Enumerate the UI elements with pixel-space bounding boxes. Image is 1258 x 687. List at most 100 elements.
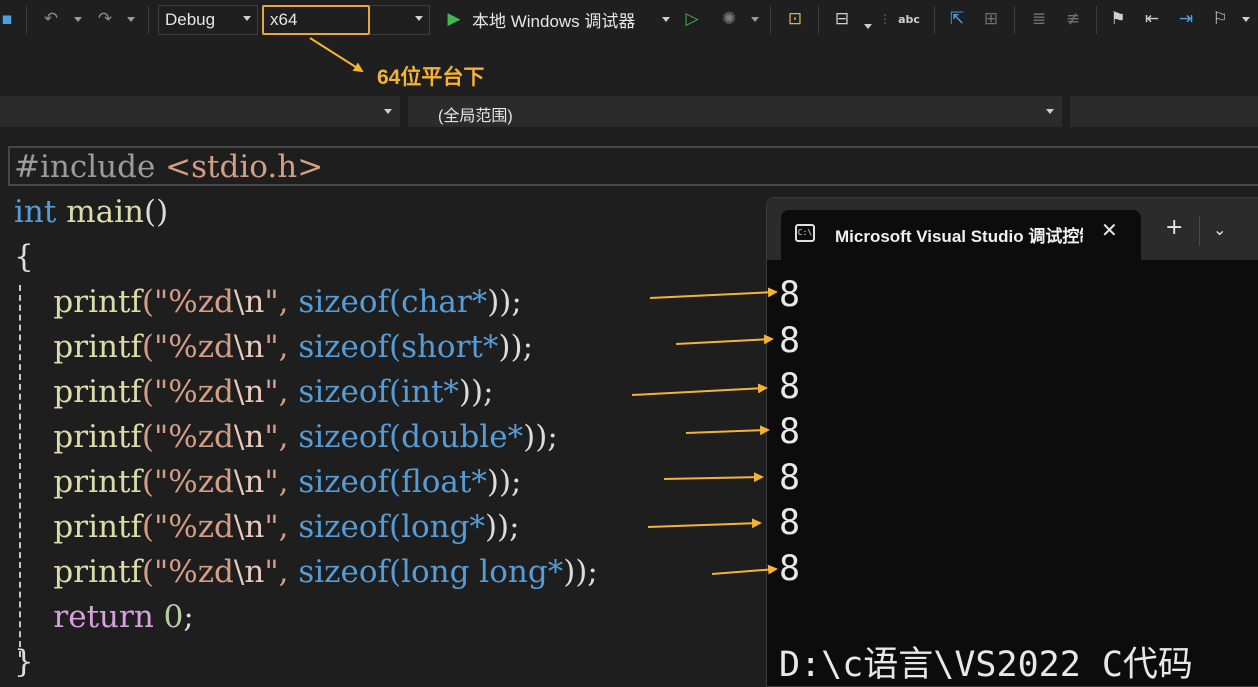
return-keyword: return	[53, 599, 154, 635]
printf-call: printf	[53, 554, 142, 590]
previous-bookmark-icon[interactable]: ⇤	[1140, 6, 1164, 32]
format-string: ("%zd	[141, 284, 234, 320]
escape-sequence: \n	[233, 419, 265, 455]
new-tab-plus-icon[interactable]: +	[1165, 217, 1183, 239]
format-string-end: ",	[264, 284, 289, 320]
pointer-type: int*	[401, 374, 459, 410]
chevron-down-icon	[1046, 109, 1054, 114]
format-string-end: ",	[264, 329, 289, 365]
select-element-icon[interactable]: ⇱	[944, 6, 970, 32]
format-string-end: ",	[264, 509, 289, 545]
code-line-close-brace: }	[14, 640, 34, 678]
navbar-divider	[1062, 96, 1070, 127]
escape-sequence: \n	[233, 554, 265, 590]
return-value: 0	[163, 599, 184, 635]
start-debugger-button[interactable]: 本地 Windows 调试器	[472, 6, 635, 32]
platform-callout-arrow	[309, 37, 364, 73]
code-line-printf-3: printf("%zd\n", sizeof(int*));	[53, 374, 494, 410]
escape-sequence: \n	[233, 284, 265, 320]
toolbar-separator	[818, 6, 819, 34]
escape-sequence: \n	[233, 464, 265, 500]
chevron-down-icon	[415, 16, 423, 21]
platform-dropdown-button[interactable]	[370, 5, 430, 35]
navigation-bar: (全局范围)	[0, 96, 1258, 127]
printf-call: printf	[53, 464, 142, 500]
sizeof-keyword: sizeof	[298, 554, 389, 590]
main-toolbar: ▪ ↶ ↷ Debug x64 ▶ 本地 Windows 调试器 ▷ ✺ ⊡ ⊟…	[0, 0, 1258, 42]
printf-call: printf	[53, 329, 142, 365]
undo-icon[interactable]: ↶	[38, 6, 64, 32]
bookmarks-dropdown-icon[interactable]	[1242, 17, 1250, 22]
chevron-down-icon	[384, 109, 392, 114]
pointer-type: long long*	[401, 554, 564, 590]
toolbar-separator	[148, 6, 149, 34]
toolbar-separator	[934, 6, 935, 34]
clear-bookmarks-icon[interactable]: ⚐	[1208, 6, 1232, 32]
toolbar-separator	[770, 6, 771, 34]
toolbar-gripper-icon: ⋮	[879, 12, 891, 26]
toggle-layout-icon[interactable]: ⊞	[978, 6, 1004, 32]
console-tab-bar: C:\ Microsoft Visual Studio 调试控制台 ✕ + ⌄	[767, 198, 1258, 260]
format-string: ("%zd	[141, 554, 234, 590]
format-string-end: ",	[264, 464, 289, 500]
line-end: ));	[486, 464, 522, 500]
escape-sequence: \n	[233, 329, 265, 365]
scope-dropdown[interactable]: (全局范围)	[408, 96, 1062, 127]
printf-call: printf	[53, 284, 142, 320]
hot-reload-icon[interactable]: ✺	[716, 6, 742, 32]
terminal-icon: C:\	[795, 224, 815, 242]
console-tab[interactable]: C:\ Microsoft Visual Studio 调试控制台 ✕	[781, 210, 1141, 260]
run-target-dropdown-icon[interactable]	[662, 17, 670, 22]
format-string: ("%zd	[141, 464, 234, 500]
layout-dropdown-icon[interactable]	[864, 24, 872, 29]
code-line-printf-4: printf("%zd\n", sizeof(double*));	[53, 419, 558, 455]
redo-dropdown-icon[interactable]	[127, 17, 135, 22]
console-path-text: D:\c语言\VS2022 C代码	[779, 645, 1193, 685]
console-output-line: 8	[779, 458, 801, 498]
platform-dropdown[interactable]: x64	[262, 5, 370, 35]
chevron-down-icon	[243, 16, 251, 21]
toolbar-separator	[26, 6, 27, 34]
pointer-type: double*	[401, 419, 524, 455]
start-debugger-label: 本地 Windows 调试器	[472, 11, 636, 31]
undo-dropdown-icon[interactable]	[74, 17, 82, 22]
annotation-text: 64位平台下	[377, 66, 485, 89]
redo-icon[interactable]: ↷	[92, 6, 118, 32]
tab-separator	[1199, 216, 1200, 246]
pointer-type: long*	[401, 509, 485, 545]
debug-console-window[interactable]: C:\ Microsoft Visual Studio 调试控制台 ✕ + ⌄ …	[766, 197, 1258, 687]
code-line-printf-5: printf("%zd\n", sizeof(float*));	[53, 464, 522, 500]
start-without-debugging-icon[interactable]: ▷	[680, 6, 704, 32]
format-string: ("%zd	[141, 419, 234, 455]
uncomment-lines-icon[interactable]: ≢	[1060, 6, 1086, 32]
code-line-include: #include <stdio.h>	[14, 145, 323, 190]
window-layout-icon[interactable]: ⊟	[828, 6, 856, 32]
play-icon[interactable]: ▶	[444, 6, 464, 32]
project-dropdown[interactable]	[0, 96, 400, 127]
console-output-line: 8	[779, 321, 801, 361]
parens: ()	[143, 194, 169, 230]
open-folder-icon[interactable]: ⊡	[782, 6, 808, 32]
code-line-main: int main()	[14, 190, 168, 235]
configuration-dropdown[interactable]: Debug	[158, 5, 258, 35]
close-icon[interactable]: ✕	[1101, 218, 1118, 242]
keyword-int: int	[14, 194, 57, 230]
escape-sequence: \n	[233, 374, 265, 410]
printf-call: printf	[53, 419, 142, 455]
code-line-return: return 0;	[14, 595, 193, 640]
member-dropdown[interactable]	[1070, 96, 1258, 127]
next-bookmark-icon[interactable]: ⇥	[1174, 6, 1198, 32]
format-string: ("%zd	[141, 329, 234, 365]
format-string-end: ",	[264, 419, 289, 455]
save-icon[interactable]: ▪	[0, 6, 14, 32]
sizeof-keyword: sizeof	[298, 329, 389, 365]
line-end: ));	[523, 419, 558, 455]
chevron-down-icon[interactable]: ⌄	[1213, 220, 1226, 239]
console-output-line: 8	[779, 367, 801, 407]
line-end: ));	[498, 329, 534, 365]
bookmark-icon[interactable]: ⚑	[1106, 6, 1130, 32]
hot-reload-dropdown-icon[interactable]	[751, 17, 759, 22]
spell-check-icon[interactable]: abc	[896, 6, 922, 32]
console-output-line: 8	[779, 503, 801, 543]
comment-lines-icon[interactable]: ≣	[1026, 6, 1052, 32]
